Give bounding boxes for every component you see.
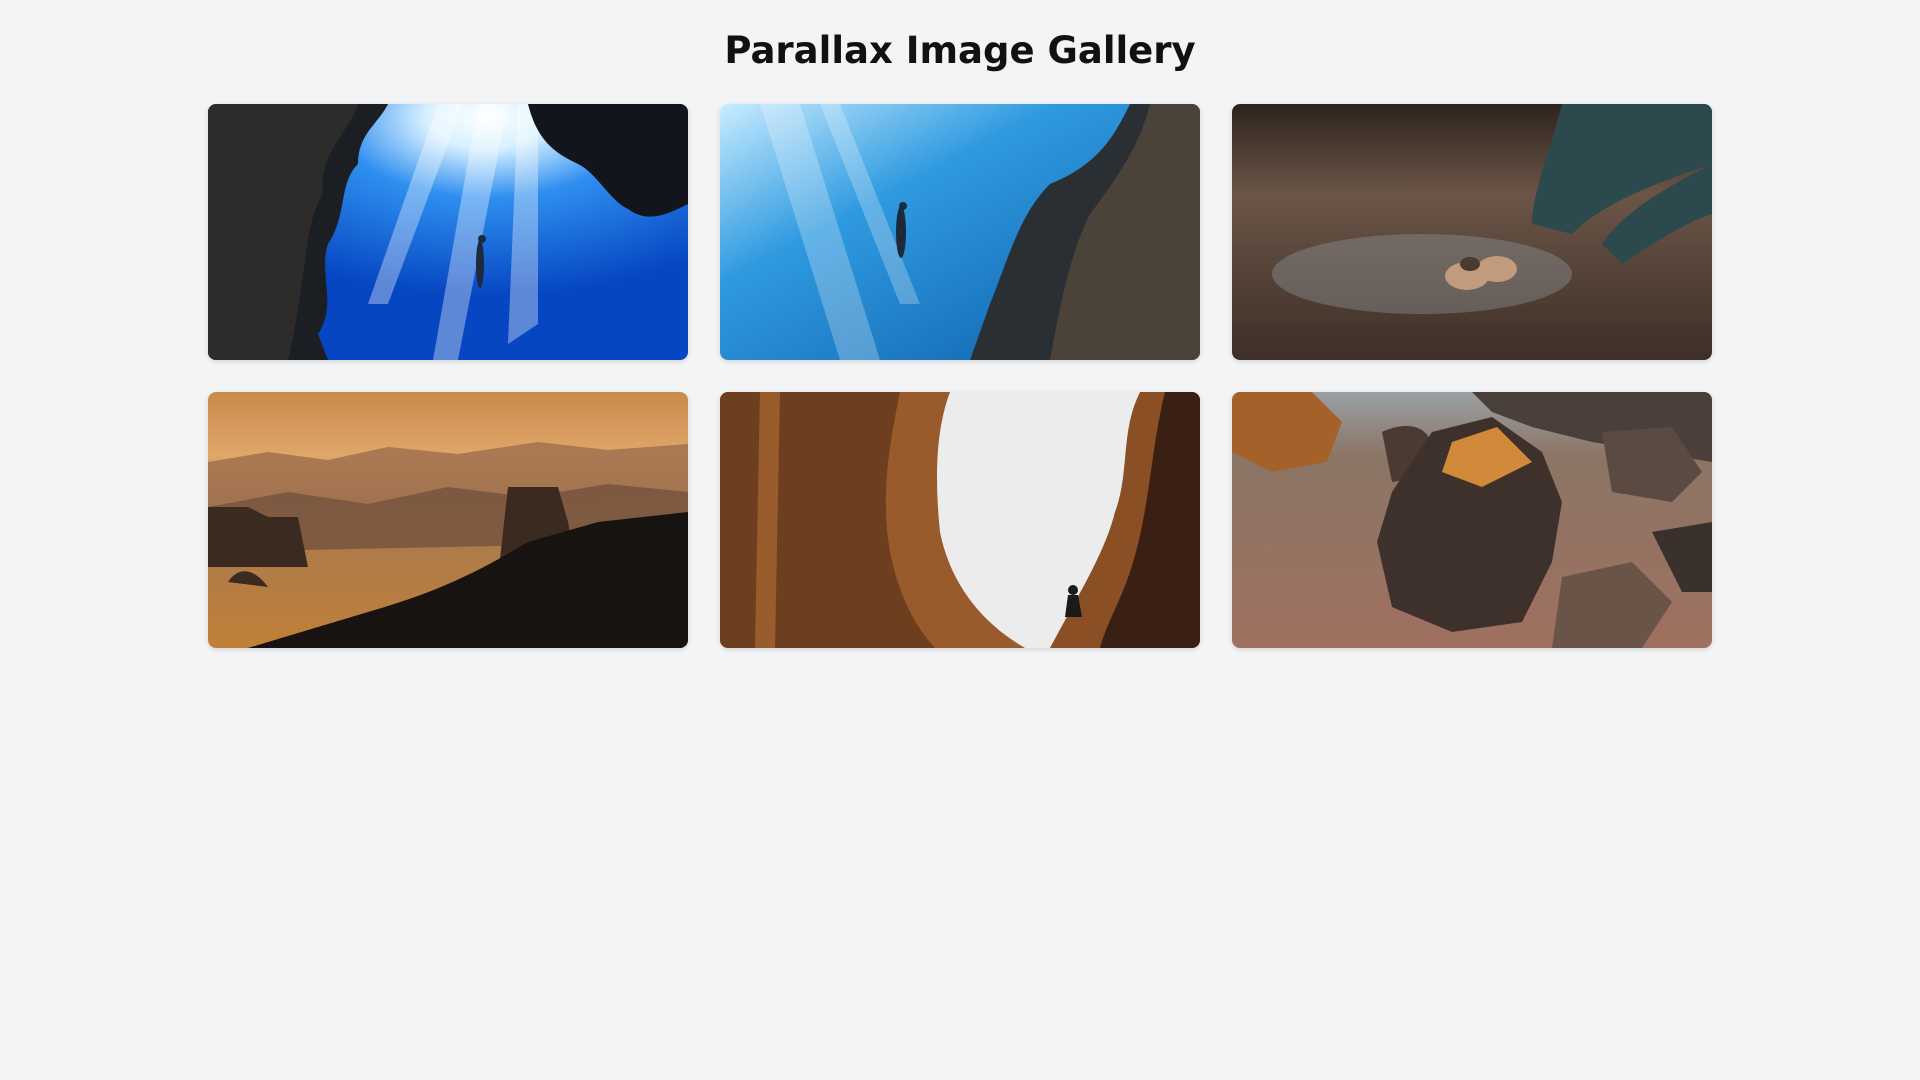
gallery-image-card[interactable] <box>208 392 688 648</box>
image-gallery <box>208 104 1712 648</box>
gallery-image-card[interactable] <box>1232 104 1712 360</box>
gallery-image-card[interactable] <box>720 104 1200 360</box>
climber-cliffs-image <box>720 392 1200 648</box>
aerial-rock-formations-image <box>1232 392 1712 648</box>
gallery-image-card[interactable] <box>720 392 1200 648</box>
page-title: Parallax Image Gallery <box>724 29 1196 72</box>
freediver-reef-wall-image <box>720 104 1200 360</box>
freediver-cave-image <box>208 104 688 360</box>
desert-sunset-image <box>208 392 688 648</box>
hands-holding-rock-image <box>1232 104 1712 360</box>
gallery-image-card[interactable] <box>1232 392 1712 648</box>
gallery-image-card[interactable] <box>208 104 688 360</box>
